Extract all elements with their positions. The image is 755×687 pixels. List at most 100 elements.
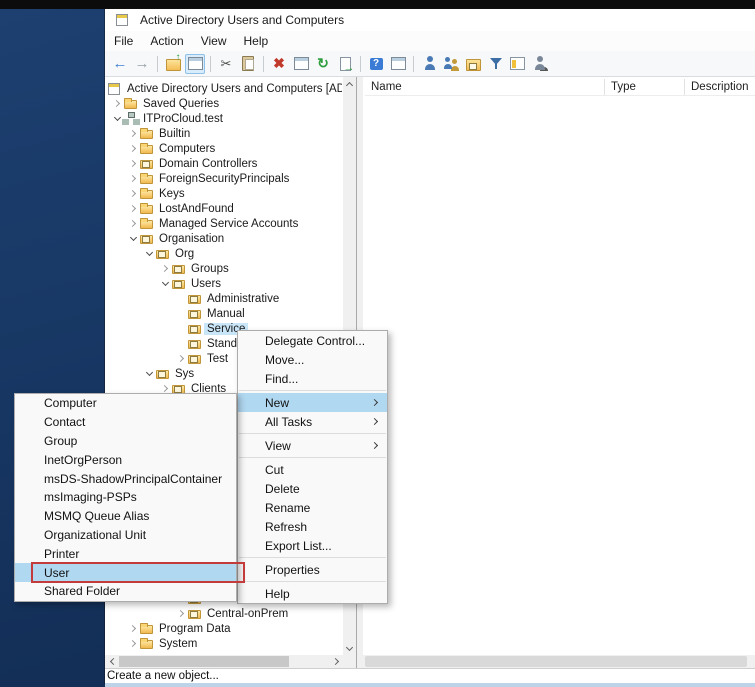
menu-action[interactable]: Action xyxy=(142,32,191,50)
filter-button[interactable] xyxy=(485,54,505,74)
menu-item-all-tasks[interactable]: All Tasks xyxy=(238,412,387,431)
column-header-type[interactable]: Type xyxy=(605,79,685,95)
view-options-button[interactable] xyxy=(507,54,527,74)
tree-item-administrative[interactable]: Administrative xyxy=(105,291,342,306)
menu-item-move[interactable]: Move... xyxy=(238,350,387,369)
tree-item-saved-queries[interactable]: Saved Queries xyxy=(105,96,342,111)
new-user-button[interactable] xyxy=(419,54,439,74)
console-window-icon[interactable] xyxy=(115,13,130,27)
expander-collapsed-icon[interactable] xyxy=(127,638,139,650)
cut-button[interactable] xyxy=(216,54,236,74)
menu-item-export-list[interactable]: Export List... xyxy=(238,536,387,555)
expander-collapsed-icon[interactable] xyxy=(127,623,139,635)
list-horizontal-scroll-thumb[interactable] xyxy=(365,656,747,667)
expander-expanded-icon[interactable] xyxy=(111,113,123,125)
new-ou-button[interactable] xyxy=(463,54,483,74)
menu-file[interactable]: File xyxy=(106,32,141,50)
expander-expanded-icon[interactable] xyxy=(159,278,171,290)
expander-expanded-icon[interactable] xyxy=(127,233,139,245)
menu-item-inetorgperson[interactable]: InetOrgPerson xyxy=(15,450,236,469)
expander-collapsed-icon[interactable] xyxy=(127,218,139,230)
tree-item-users[interactable]: Users xyxy=(105,276,342,291)
back-icon xyxy=(112,55,129,72)
menu-item-delete[interactable]: Delete xyxy=(238,479,387,498)
menu-item-find[interactable]: Find... xyxy=(238,369,387,388)
refresh-button[interactable] xyxy=(313,54,333,74)
up-level-button[interactable] xyxy=(163,54,183,74)
console-icon xyxy=(107,82,122,96)
find-user-button[interactable] xyxy=(529,54,549,74)
expander-collapsed-icon[interactable] xyxy=(127,173,139,185)
scroll-right-icon[interactable] xyxy=(330,655,343,668)
tree-item-program-data[interactable]: Program Data xyxy=(105,621,342,636)
properties-button[interactable] xyxy=(291,54,311,74)
menu-item-printer[interactable]: Printer xyxy=(15,544,236,563)
tree-item-computers[interactable]: Computers xyxy=(105,141,342,156)
tree-item-org[interactable]: Org xyxy=(105,246,342,261)
new-group-button[interactable] xyxy=(441,54,461,74)
expander-expanded-icon[interactable] xyxy=(143,368,155,380)
menu-item-msds-shadowprincipalcontainer[interactable]: msDS-ShadowPrincipalContainer xyxy=(15,469,236,488)
expander-expanded-icon[interactable] xyxy=(143,248,155,260)
tree-item-manual[interactable]: Manual xyxy=(105,306,342,321)
export-list-button[interactable] xyxy=(335,54,355,74)
tree-item-lostandfound[interactable]: LostAndFound xyxy=(105,201,342,216)
menu-item-view[interactable]: View xyxy=(238,436,387,455)
tree-item-itprocloud-test[interactable]: ITProCloud.test xyxy=(105,111,342,126)
menu-item-delegate-control[interactable]: Delegate Control... xyxy=(238,331,387,350)
menu-item-shared-folder[interactable]: Shared Folder xyxy=(15,582,236,601)
delete-button[interactable] xyxy=(269,54,289,74)
scroll-up-icon[interactable] xyxy=(343,77,356,90)
tree-item-central-onprem[interactable]: Central-onPrem xyxy=(105,606,342,621)
tree-item-system[interactable]: System xyxy=(105,636,342,651)
tree-item-organisation[interactable]: Organisation xyxy=(105,231,342,246)
column-header-name[interactable]: Name xyxy=(365,79,605,95)
tree-item-keys[interactable]: Keys xyxy=(105,186,342,201)
menu-help[interactable]: Help xyxy=(236,32,277,50)
expander-collapsed-icon[interactable] xyxy=(127,128,139,140)
expander-collapsed-icon[interactable] xyxy=(175,608,187,620)
menu-item-computer[interactable]: Computer xyxy=(15,394,236,413)
toolbar xyxy=(105,51,755,77)
menu-item-help[interactable]: Help xyxy=(238,584,387,603)
expander-collapsed-icon[interactable] xyxy=(111,98,123,110)
properties-window-button[interactable] xyxy=(388,54,408,74)
menu-item-group[interactable]: Group xyxy=(15,432,236,451)
expander-collapsed-icon[interactable] xyxy=(159,263,171,275)
console-tree-button[interactable] xyxy=(185,54,205,74)
tree-horizontal-scrollbar[interactable] xyxy=(105,655,343,668)
expander-collapsed-icon[interactable] xyxy=(127,188,139,200)
back-button[interactable] xyxy=(110,54,130,74)
horizontal-scroll-thumb[interactable] xyxy=(119,656,289,667)
paste-button[interactable] xyxy=(238,54,258,74)
tree-item-active-directory-users-and-computers-ads01-itp[interactable]: Active Directory Users and Computers [AD… xyxy=(105,81,342,96)
expander-collapsed-icon[interactable] xyxy=(127,158,139,170)
expander-collapsed-icon[interactable] xyxy=(127,143,139,155)
help-button[interactable] xyxy=(366,54,386,74)
menu-item-rename[interactable]: Rename xyxy=(238,498,387,517)
menu-item-contact[interactable]: Contact xyxy=(15,413,236,432)
expander-collapsed-icon[interactable] xyxy=(175,353,187,365)
tree-item-groups[interactable]: Groups xyxy=(105,261,342,276)
list-horizontal-scrollbar[interactable] xyxy=(363,655,755,668)
menu-view[interactable]: View xyxy=(193,32,235,50)
tree-item-foreignsecurityprincipals[interactable]: ForeignSecurityPrincipals xyxy=(105,171,342,186)
scroll-left-icon[interactable] xyxy=(105,655,118,668)
menu-item-properties[interactable]: Properties xyxy=(238,560,387,579)
menu-item-cut[interactable]: Cut xyxy=(238,460,387,479)
filter-icon xyxy=(487,55,504,72)
expander-collapsed-icon[interactable] xyxy=(127,203,139,215)
menu-item-label: Properties xyxy=(265,563,320,577)
tree-item-managed-service-accounts[interactable]: Managed Service Accounts xyxy=(105,216,342,231)
menu-item-msimaging-psps[interactable]: msImaging-PSPs xyxy=(15,488,236,507)
forward-button[interactable] xyxy=(132,54,152,74)
menu-item-msmq-queue-alias[interactable]: MSMQ Queue Alias xyxy=(15,507,236,526)
scroll-down-icon[interactable] xyxy=(343,642,356,655)
menu-item-organizational-unit[interactable]: Organizational Unit xyxy=(15,526,236,545)
tree-item-domain-controllers[interactable]: Domain Controllers xyxy=(105,156,342,171)
column-header-description[interactable]: Description xyxy=(685,79,755,95)
menu-item-user[interactable]: User xyxy=(15,563,236,582)
tree-item-builtin[interactable]: Builtin xyxy=(105,126,342,141)
menu-item-new[interactable]: New xyxy=(238,393,387,412)
menu-item-refresh[interactable]: Refresh xyxy=(238,517,387,536)
